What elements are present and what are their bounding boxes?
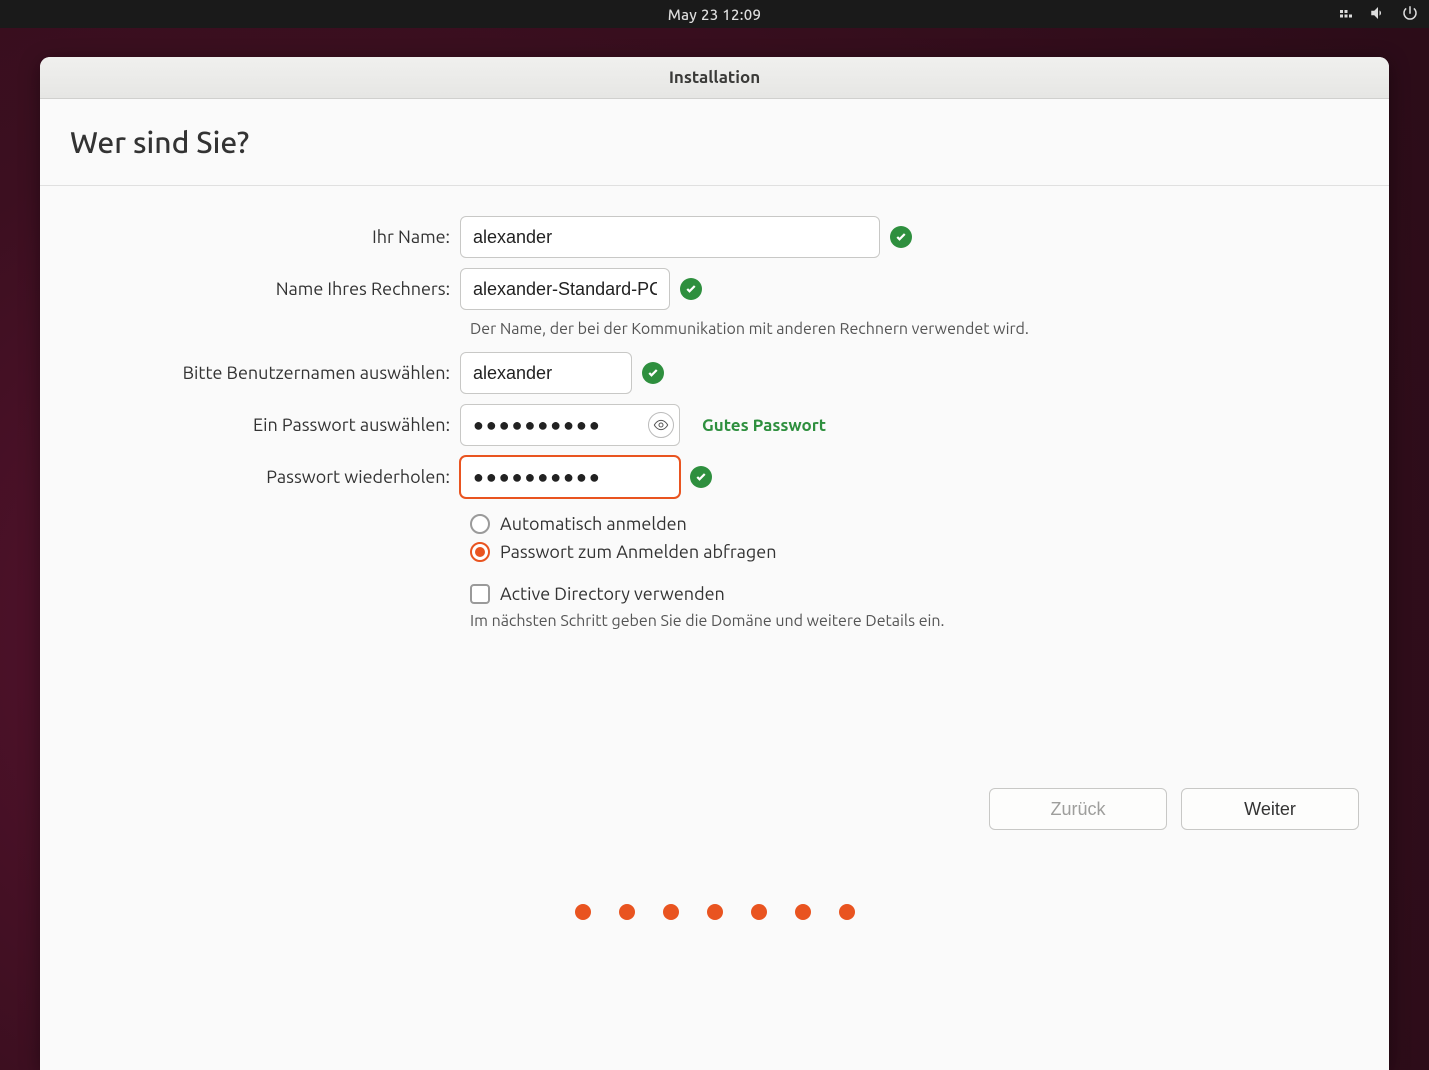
confirm-password-input[interactable] [460,456,680,498]
progress-dot [619,904,635,920]
require-password-option[interactable]: Passwort zum Anmelden abfragen [470,542,1359,562]
window-titlebar: Installation [40,57,1389,99]
progress-dot [839,904,855,920]
radio-icon[interactable] [470,514,490,534]
hostname-label: Name Ihres Rechners: [70,279,460,299]
password-label: Ein Passwort auswählen: [70,415,460,435]
progress-dot [707,904,723,920]
check-icon [890,226,912,248]
progress-dot [751,904,767,920]
password-strength-label: Gutes Passwort [702,416,826,435]
next-button[interactable]: Weiter [1181,788,1359,830]
radio-icon[interactable] [470,542,490,562]
auto-login-label: Automatisch anmelden [500,514,687,534]
window-title: Installation [669,68,760,87]
check-icon [680,278,702,300]
checkbox-icon[interactable] [470,584,490,604]
wizard-footer: Zurück Weiter [40,788,1389,830]
password-input[interactable] [460,404,680,446]
active-directory-helper: Im nächsten Schritt geben Sie die Domäne… [470,612,1359,630]
clock-label: May 23 12:09 [668,6,762,23]
system-tray [1337,0,1419,28]
user-form: Ihr Name: Name Ihres Rechners: [40,186,1389,644]
progress-dots [40,904,1389,920]
power-icon[interactable] [1401,4,1419,25]
progress-dot [795,904,811,920]
auto-login-option[interactable]: Automatisch anmelden [470,514,1359,534]
page-title: Wer sind Sie? [40,99,1389,186]
network-icon[interactable] [1337,4,1355,25]
name-label: Ihr Name: [70,227,460,247]
username-input[interactable] [460,352,632,394]
name-input[interactable] [460,216,880,258]
username-label: Bitte Benutzernamen auswählen: [70,363,460,383]
confirm-label: Passwort wiederholen: [70,467,460,487]
check-icon [642,362,664,384]
desktop-top-bar: May 23 12:09 [0,0,1429,28]
active-directory-option[interactable]: Active Directory verwenden [470,584,1359,604]
volume-icon[interactable] [1369,4,1387,25]
require-password-label: Passwort zum Anmelden abfragen [500,542,776,562]
check-icon [690,466,712,488]
active-directory-label: Active Directory verwenden [500,584,725,604]
hostname-input[interactable] [460,268,670,310]
progress-dot [575,904,591,920]
progress-dot [663,904,679,920]
installer-window: Installation Wer sind Sie? Ihr Name: Nam… [40,57,1389,1070]
hostname-helper: Der Name, der bei der Kommunikation mit … [470,320,1359,338]
back-button[interactable]: Zurück [989,788,1167,830]
show-password-icon[interactable] [648,412,674,438]
